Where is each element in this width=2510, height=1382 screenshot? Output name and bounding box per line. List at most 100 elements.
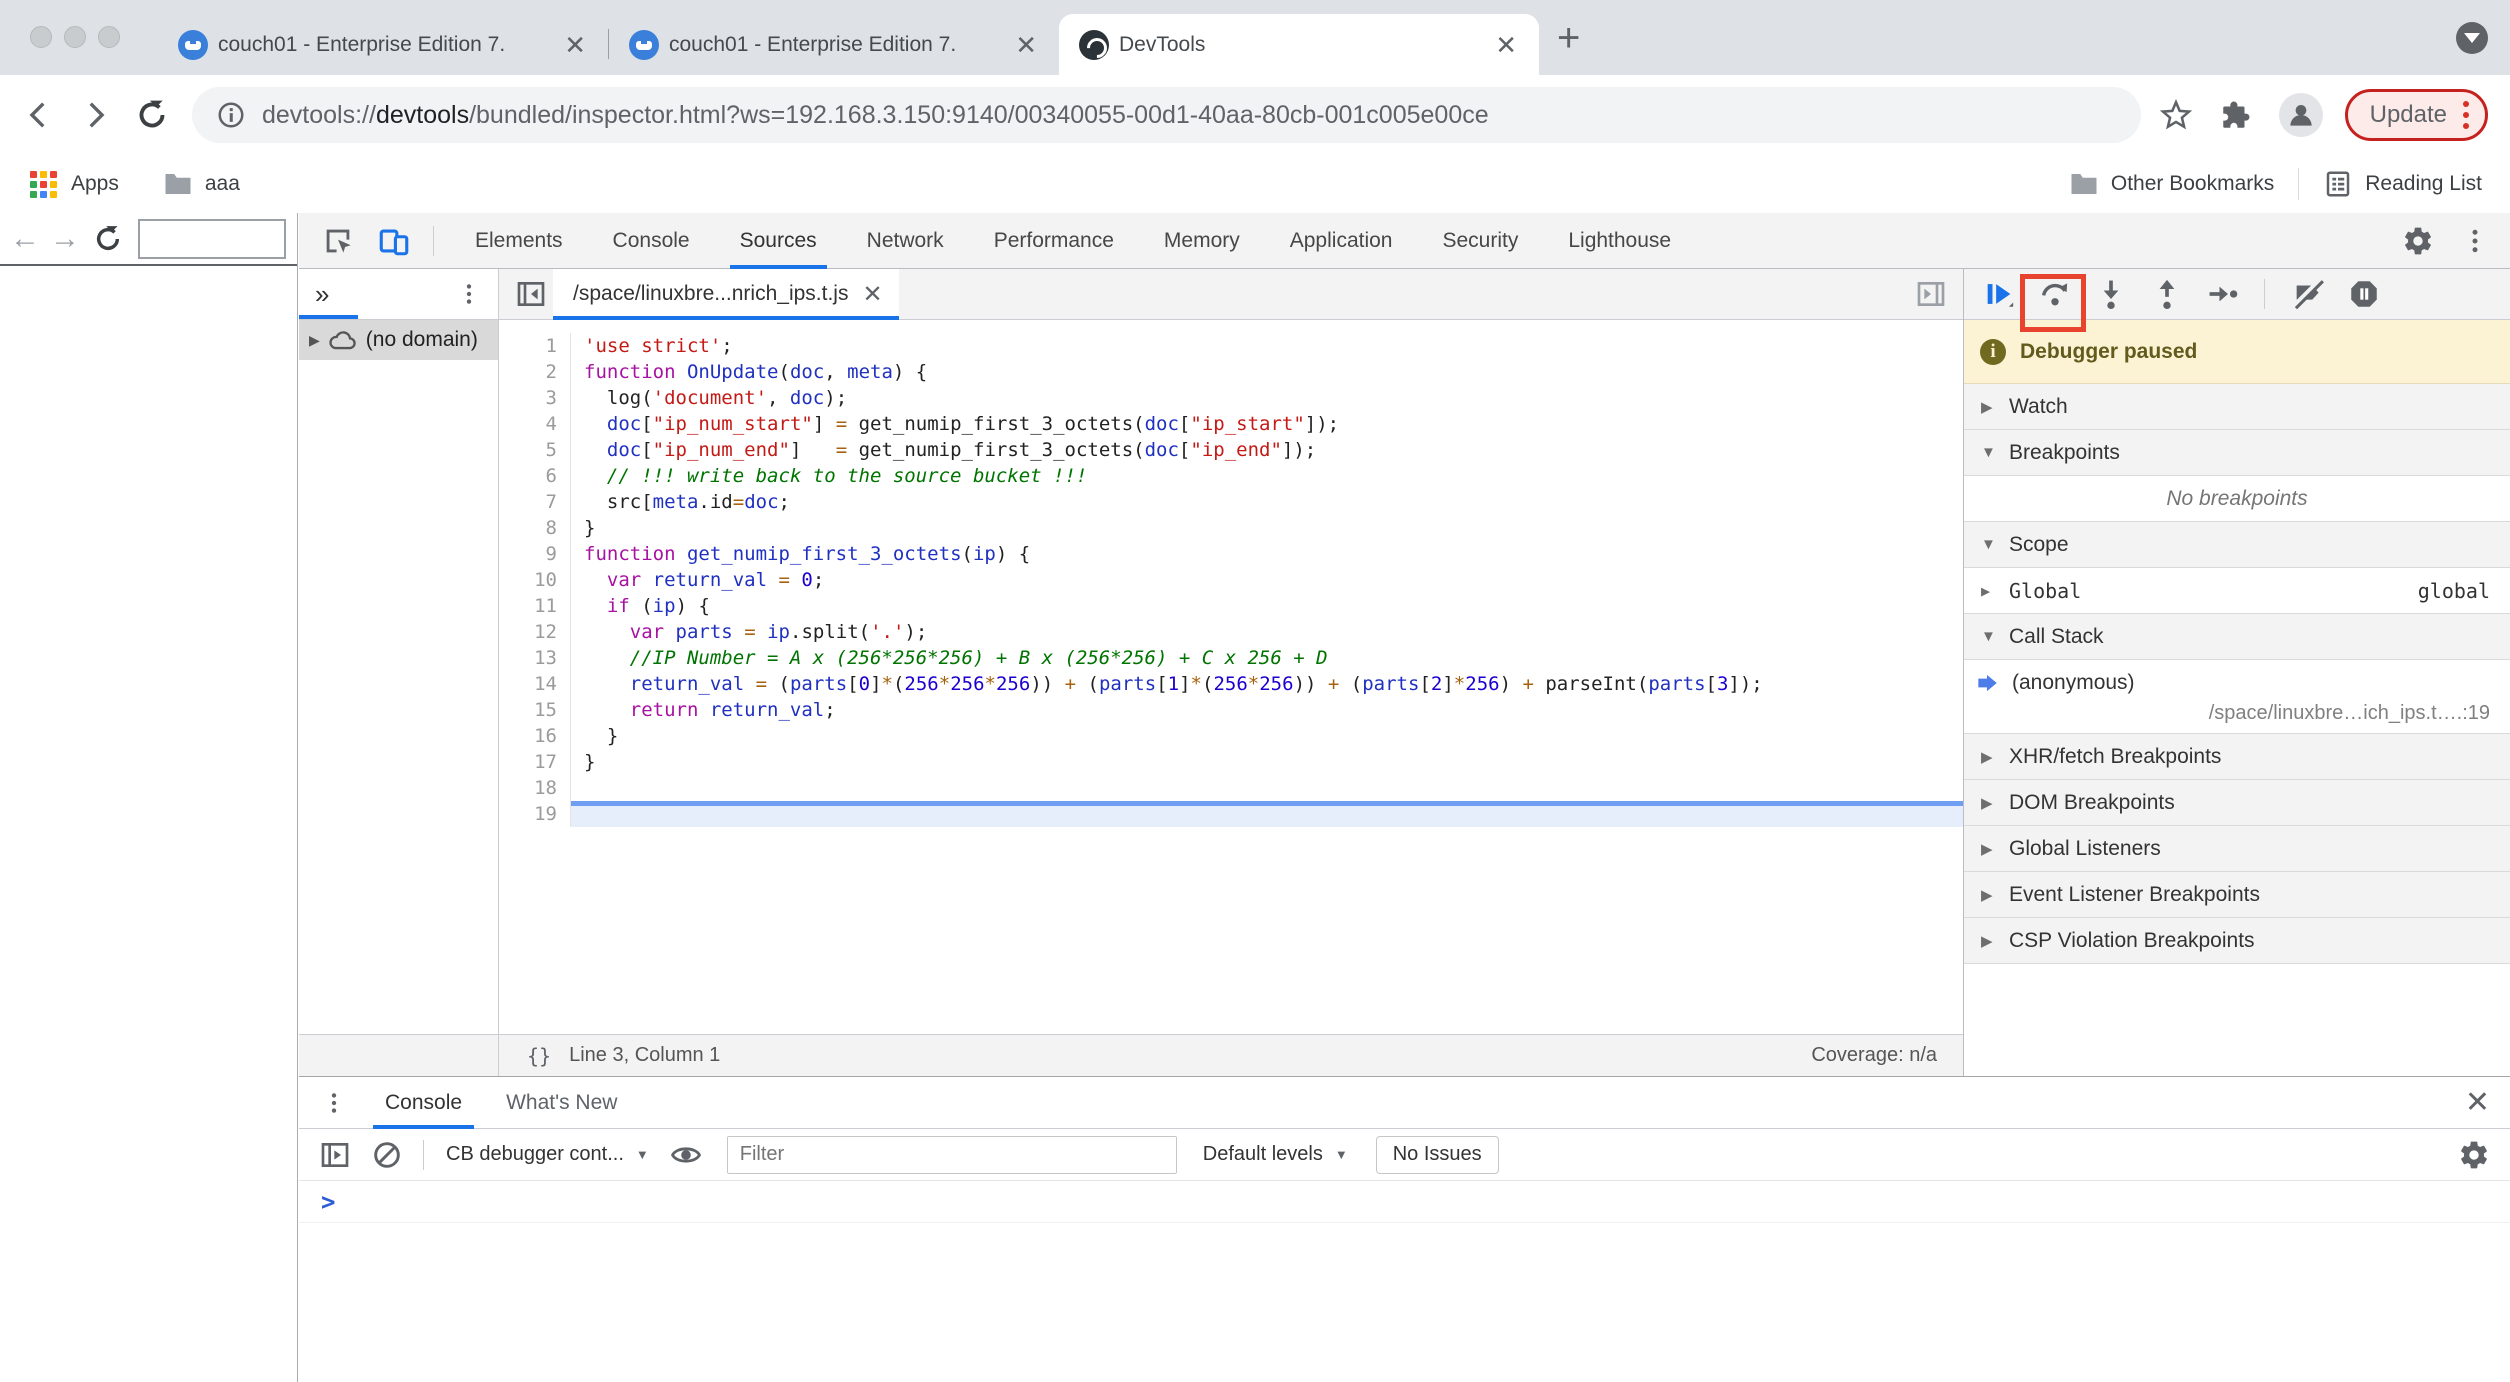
line-number[interactable]: 7 — [499, 489, 571, 515]
scope-global-row[interactable]: ▶ Global global — [1964, 568, 2510, 614]
tree-item-no-domain[interactable]: ▶ (no domain) — [299, 320, 498, 360]
line-number[interactable]: 12 — [499, 619, 571, 645]
page-info-icon[interactable] — [216, 100, 246, 130]
section-xhr-breakpoints[interactable]: ▶ XHR/fetch Breakpoints — [1964, 734, 2510, 780]
devtools-tab-console[interactable]: Console — [609, 213, 694, 269]
line-number[interactable]: 1 — [499, 333, 571, 359]
forward-icon[interactable] — [78, 98, 112, 132]
console-settings-gear-icon[interactable] — [2458, 1139, 2490, 1171]
section-watch[interactable]: ▶ Watch — [1964, 384, 2510, 430]
devtools-menu-icon[interactable] — [2460, 226, 2490, 256]
console-filter-input[interactable] — [726, 1135, 1177, 1174]
browser-tab-devtools-active[interactable]: DevTools ✕ — [1059, 14, 1539, 75]
line-number[interactable]: 10 — [499, 567, 571, 593]
code-line-9[interactable]: 9 function get_numip_first_3_octets(ip) { — [499, 541, 1963, 567]
drawer-tab-console[interactable]: Console — [372, 1077, 475, 1129]
code-editor[interactable]: 1 'use strict'; 2 function OnUpdate(doc, me… — [499, 320, 1963, 1034]
minimize-window-button[interactable] — [64, 26, 86, 48]
close-drawer-icon[interactable]: ✕ — [2465, 1085, 2490, 1120]
section-breakpoints[interactable]: ▼ Breakpoints — [1964, 430, 2510, 476]
code-line-8[interactable]: 8} — [499, 515, 1963, 541]
more-tabs-button[interactable]: » — [315, 279, 329, 310]
code-line-14[interactable]: 14 return_val = (parts[0]*(256*256*256))… — [499, 671, 1963, 697]
chrome-update-button[interactable]: Update — [2344, 89, 2488, 141]
browser-tab-1[interactable]: couch01 - Enterprise Edition 7. ✕ — [158, 14, 608, 75]
no-issues-button[interactable]: No Issues — [1375, 1135, 1499, 1174]
call-stack-frame[interactable]: (anonymous) /space/linuxbre…ich_ips.t….:… — [1964, 660, 2510, 734]
code-line-11[interactable]: 11 if (ip) { — [499, 593, 1963, 619]
other-bookmarks[interactable]: Other Bookmarks — [2069, 171, 2274, 197]
back-icon[interactable] — [22, 98, 56, 132]
code-line-7[interactable]: 7 src[meta.id=doc; — [499, 489, 1963, 515]
devtools-tab-application[interactable]: Application — [1286, 213, 1397, 269]
address-bar[interactable]: devtools://devtools/bundled/inspector.ht… — [192, 87, 2141, 143]
console-messages-area[interactable]: > — [299, 1181, 2510, 1382]
step-out-icon[interactable] — [2150, 277, 2184, 311]
reading-list[interactable]: Reading List — [2323, 169, 2482, 199]
show-debugger-panel-icon[interactable] — [1915, 278, 1947, 310]
code-line-10[interactable]: 10 var return_val = 0; — [499, 567, 1963, 593]
close-tab-icon[interactable]: ✕ — [1011, 32, 1041, 58]
line-number[interactable]: 4 — [499, 411, 571, 437]
code-line-13[interactable]: 13 //IP Number = A x (256*256*256) + B x… — [499, 645, 1963, 671]
section-scope[interactable]: ▼ Scope — [1964, 522, 2510, 568]
devtools-tab-memory[interactable]: Memory — [1160, 213, 1244, 269]
new-tab-button[interactable]: + — [1557, 16, 1580, 61]
extensions-puzzle-icon[interactable] — [2219, 98, 2253, 132]
format-braces-icon[interactable]: {} — [527, 1044, 551, 1068]
resume-script-icon[interactable] — [1982, 277, 2016, 311]
drawer-tab-whats-new[interactable]: What's New — [500, 1077, 623, 1129]
log-levels-selector[interactable]: Default levels ▼ — [1203, 1143, 1348, 1166]
line-number[interactable]: 8 — [499, 515, 571, 541]
code-line-3[interactable]: 3 log('document', doc); — [499, 385, 1963, 411]
line-number[interactable]: 2 — [499, 359, 571, 385]
section-csp-violation-breakpoints[interactable]: ▶ CSP Violation Breakpoints — [1964, 918, 2510, 964]
devtools-tab-lighthouse[interactable]: Lighthouse — [1564, 213, 1675, 269]
live-expression-eye-icon[interactable] — [669, 1138, 703, 1172]
zoom-window-button[interactable] — [98, 26, 120, 48]
browser-menu-icon[interactable] — [2463, 101, 2469, 129]
devtools-tab-elements[interactable]: Elements — [471, 213, 567, 269]
line-number[interactable]: 16 — [499, 723, 571, 749]
line-number[interactable]: 14 — [499, 671, 571, 697]
devtools-tab-network[interactable]: Network — [863, 213, 948, 269]
line-number[interactable]: 17 — [499, 749, 571, 775]
code-line-18[interactable]: 18 — [499, 775, 1963, 801]
bookmark-apps-label[interactable]: Apps — [71, 172, 119, 196]
page-back-icon[interactable]: ← — [10, 222, 40, 256]
page-forward-icon[interactable]: → — [50, 222, 80, 256]
line-number[interactable]: 11 — [499, 593, 571, 619]
frame-location-link[interactable]: /space/linuxbre…ich_ips.t….:19 — [1964, 702, 2510, 725]
drawer-menu-icon[interactable] — [321, 1090, 347, 1116]
line-number[interactable]: 19 — [499, 801, 571, 827]
devtools-tab-sources[interactable]: Sources — [729, 213, 827, 269]
page-reload-icon[interactable] — [92, 223, 124, 255]
navigator-menu-icon[interactable] — [456, 281, 482, 307]
code-line-15[interactable]: 15 return return_val; — [499, 697, 1963, 723]
code-line-12[interactable]: 12 var parts = ip.split('.'); — [499, 619, 1963, 645]
close-window-button[interactable] — [30, 26, 52, 48]
window-controls[interactable] — [30, 26, 120, 48]
page-text-input[interactable] — [138, 218, 286, 259]
clear-console-icon[interactable] — [371, 1139, 403, 1171]
code-line-5[interactable]: 5 doc["ip_num_end"] = get_numip_first_3_… — [499, 437, 1963, 463]
line-number[interactable]: 9 — [499, 541, 571, 567]
bookmark-star-icon[interactable] — [2159, 98, 2193, 132]
device-toolbar-icon[interactable] — [377, 224, 411, 258]
console-prompt[interactable]: > — [299, 1181, 2510, 1223]
inspect-element-icon[interactable] — [321, 224, 355, 258]
hide-navigator-icon[interactable] — [515, 278, 547, 310]
line-number[interactable]: 15 — [499, 697, 571, 723]
code-line-1[interactable]: 1 'use strict'; — [499, 333, 1963, 359]
code-line-19[interactable]: 19 — [499, 801, 1963, 827]
bookmark-folder-aaa[interactable]: aaa — [205, 172, 240, 196]
devtools-tab-security[interactable]: Security — [1438, 213, 1522, 269]
apps-grid-icon[interactable] — [30, 170, 57, 198]
tab-search-button[interactable] — [2456, 22, 2488, 54]
deactivate-breakpoints-icon[interactable] — [2291, 277, 2325, 311]
settings-gear-icon[interactable] — [2402, 225, 2434, 257]
devtools-tab-performance[interactable]: Performance — [990, 213, 1118, 269]
step-into-icon[interactable] — [2094, 277, 2128, 311]
line-number[interactable]: 13 — [499, 645, 571, 671]
line-number[interactable]: 5 — [499, 437, 571, 463]
